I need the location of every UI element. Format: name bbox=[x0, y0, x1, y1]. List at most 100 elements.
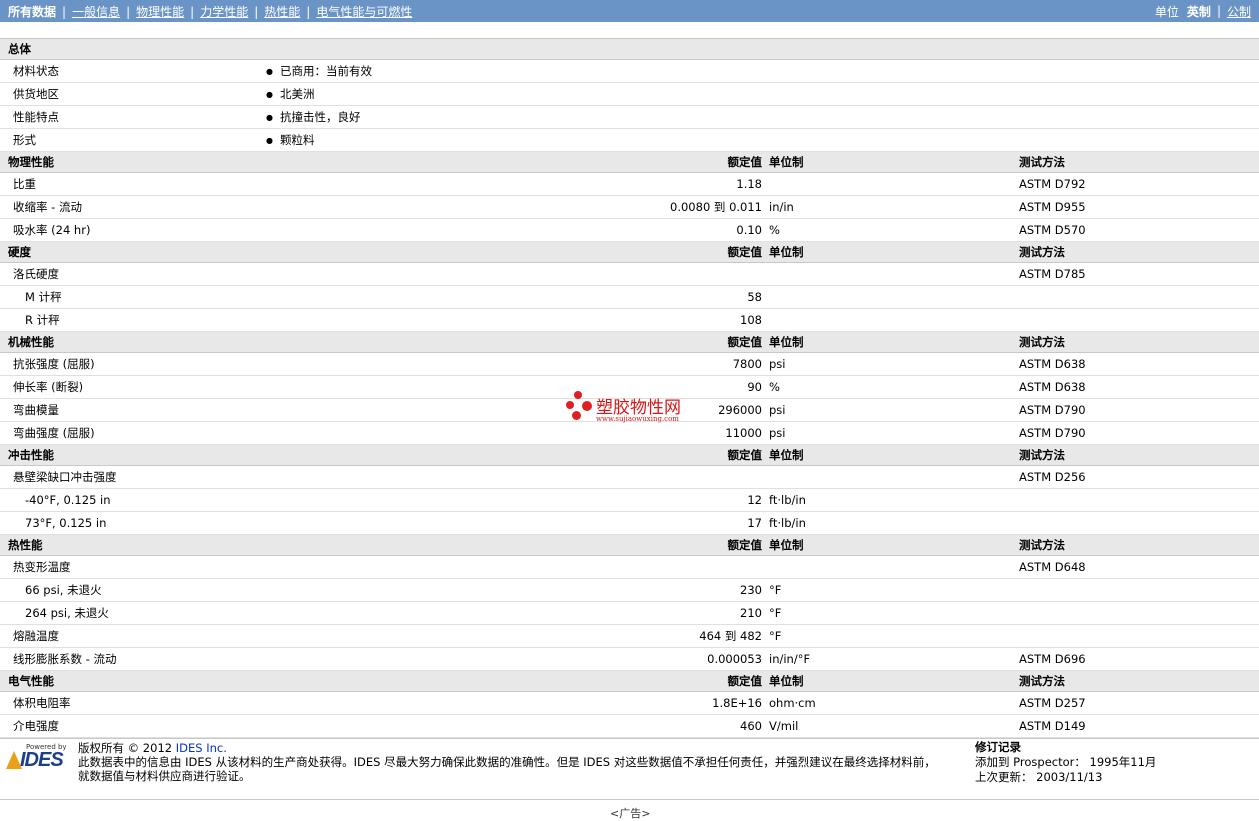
header-method: 测试方法 bbox=[1019, 331, 1259, 353]
row-label-text: 吸水率 (24 hr) bbox=[13, 223, 91, 237]
header-nominal: 额定值 bbox=[266, 331, 762, 353]
row-method: ASTM D790 bbox=[1019, 421, 1259, 445]
row-method: ASTM D785 bbox=[1019, 262, 1259, 286]
section-title: 冲击性能 bbox=[0, 444, 256, 466]
empty-cell bbox=[256, 444, 266, 466]
row-method bbox=[1019, 601, 1259, 625]
section-header: 总体 bbox=[0, 38, 1259, 60]
row-label: 介电强度 bbox=[0, 714, 256, 738]
row-value: 58 bbox=[266, 285, 762, 309]
table-row: 吸水率 (24 hr) 0.10% ASTM D570 bbox=[0, 218, 1259, 242]
row-label: 264 psi, 未退火 bbox=[0, 601, 256, 625]
empty-cell bbox=[256, 262, 266, 286]
row-unit-text: in/in/°F bbox=[769, 652, 811, 666]
empty-cell bbox=[256, 670, 266, 692]
unit-switcher: 单位 英制 | 公制 bbox=[1155, 3, 1251, 20]
row-value: 230 bbox=[266, 578, 762, 602]
section-title-text: 总体 bbox=[8, 42, 31, 56]
disclaimer-line-2: 就数据值与材料供应商进行验证。 bbox=[78, 769, 251, 783]
row-label-text: 介电强度 bbox=[13, 719, 59, 733]
header-unit: 单位制 bbox=[762, 534, 1019, 556]
ides-logo[interactable]: Powered by IDES bbox=[6, 743, 68, 773]
header-unit-text: 单位制 bbox=[769, 538, 804, 552]
row-value-text: 12 bbox=[747, 493, 762, 507]
empty-cell bbox=[256, 241, 266, 263]
row-label: 弯曲模量 bbox=[0, 398, 256, 422]
row-value: 抗撞击性，良好 bbox=[266, 105, 1259, 129]
row-label: R 计秤 bbox=[0, 308, 256, 332]
nav-tab-1[interactable]: 一般信息 bbox=[72, 5, 120, 19]
table-row: 悬壁梁缺口冲击强度 ASTM D256 bbox=[0, 465, 1259, 489]
row-unit bbox=[762, 262, 1019, 286]
nav-tab-2[interactable]: 物理性能 bbox=[136, 5, 184, 19]
row-unit-text: psi bbox=[769, 357, 786, 371]
row-value-text: 230 bbox=[740, 583, 762, 597]
unit-metric-link[interactable]: 公制 bbox=[1227, 3, 1251, 20]
header-unit-text: 单位制 bbox=[769, 448, 804, 462]
header-method: 测试方法 bbox=[1019, 444, 1259, 466]
empty-cell bbox=[256, 375, 266, 399]
row-method bbox=[1019, 488, 1259, 512]
row-method bbox=[1019, 624, 1259, 648]
header-nominal: 额定值 bbox=[266, 534, 763, 556]
row-value-text: 108 bbox=[740, 313, 762, 327]
section-title-text: 冲击性能 bbox=[8, 448, 54, 462]
row-label: 收缩率 - 流动 bbox=[0, 195, 256, 219]
row-method-text: ASTM D790 bbox=[1019, 403, 1086, 417]
row-label-text: 洛氏硬度 bbox=[13, 267, 59, 281]
table-row: 性能特点 抗撞击性，良好 bbox=[0, 105, 1259, 129]
header-nominal-text: 额定值 bbox=[727, 538, 763, 552]
empty-cell bbox=[256, 308, 266, 332]
row-value-text: 460 bbox=[740, 719, 762, 733]
row-label-text: 热变形温度 bbox=[13, 560, 71, 574]
row-method-text: ASTM D570 bbox=[1019, 223, 1086, 237]
empty-cell bbox=[256, 647, 266, 671]
row-value: 0.10 bbox=[266, 218, 762, 242]
unit-english-link[interactable]: 英制 bbox=[1187, 3, 1211, 20]
company-link[interactable]: IDES Inc. bbox=[176, 741, 227, 755]
header-nominal-text: 额定值 bbox=[727, 155, 763, 169]
row-label: 形式 bbox=[0, 128, 256, 152]
nav-tab-4[interactable]: 热性能 bbox=[264, 5, 300, 19]
row-unit-text: ohm·cm bbox=[769, 696, 816, 710]
row-label-text: 线形膨胀系数 - 流动 bbox=[13, 652, 117, 666]
row-unit-text: % bbox=[769, 223, 780, 237]
row-method bbox=[1019, 285, 1259, 309]
row-unit-text: % bbox=[769, 380, 780, 394]
row-value: 108 bbox=[266, 308, 762, 332]
row-label-text: 66 psi, 未退火 bbox=[25, 583, 102, 597]
row-method: ASTM D257 bbox=[1019, 691, 1259, 715]
table-row: 介电强度 460 V/mil ASTM D149 bbox=[0, 714, 1259, 738]
empty-cell bbox=[762, 38, 1019, 60]
empty-cell bbox=[256, 195, 266, 219]
row-value: 已商用：当前有效 bbox=[266, 59, 1259, 83]
row-unit: psi bbox=[762, 398, 1019, 422]
row-unit-text: °F bbox=[769, 606, 782, 620]
row-label: 线形膨胀系数 - 流动 bbox=[0, 647, 256, 671]
row-unit bbox=[762, 555, 1019, 579]
row-unit-text: ft·lb/in bbox=[769, 493, 806, 507]
row-value bbox=[266, 555, 762, 579]
row-value-text: 7800 bbox=[732, 357, 762, 371]
empty-cell bbox=[256, 421, 266, 445]
row-value: 1.8E+16 bbox=[266, 691, 762, 715]
nav-tab-0[interactable]: 所有数据 bbox=[8, 5, 56, 19]
section-header: 硬度 额定值 单位制 测试方法 bbox=[0, 241, 1259, 263]
nav-tab-5[interactable]: 电气性能与可燃性 bbox=[316, 5, 412, 19]
empty-cell bbox=[256, 151, 266, 173]
header-nominal: 额定值 bbox=[266, 444, 762, 466]
row-label-text: 弯曲模量 bbox=[13, 403, 59, 417]
section-header: 电气性能 额定值 单位制 测试方法 bbox=[0, 670, 1259, 692]
row-label: 材料状态 bbox=[0, 59, 256, 83]
row-value: 0.000053 bbox=[266, 647, 762, 671]
section-header: 冲击性能 额定值 单位制 测试方法 bbox=[0, 444, 1259, 466]
row-label-text: 材料状态 bbox=[13, 64, 59, 78]
nav-tab-3[interactable]: 力学性能 bbox=[200, 5, 248, 19]
row-label: 弯曲强度 (屈服) bbox=[0, 421, 256, 445]
row-label: 热变形温度 bbox=[0, 555, 256, 579]
section-title: 总体 bbox=[0, 38, 256, 60]
empty-cell bbox=[256, 128, 266, 152]
empty-cell bbox=[1019, 38, 1259, 60]
table-row: M 计秤 58 bbox=[0, 285, 1259, 309]
separator: | bbox=[254, 4, 259, 19]
